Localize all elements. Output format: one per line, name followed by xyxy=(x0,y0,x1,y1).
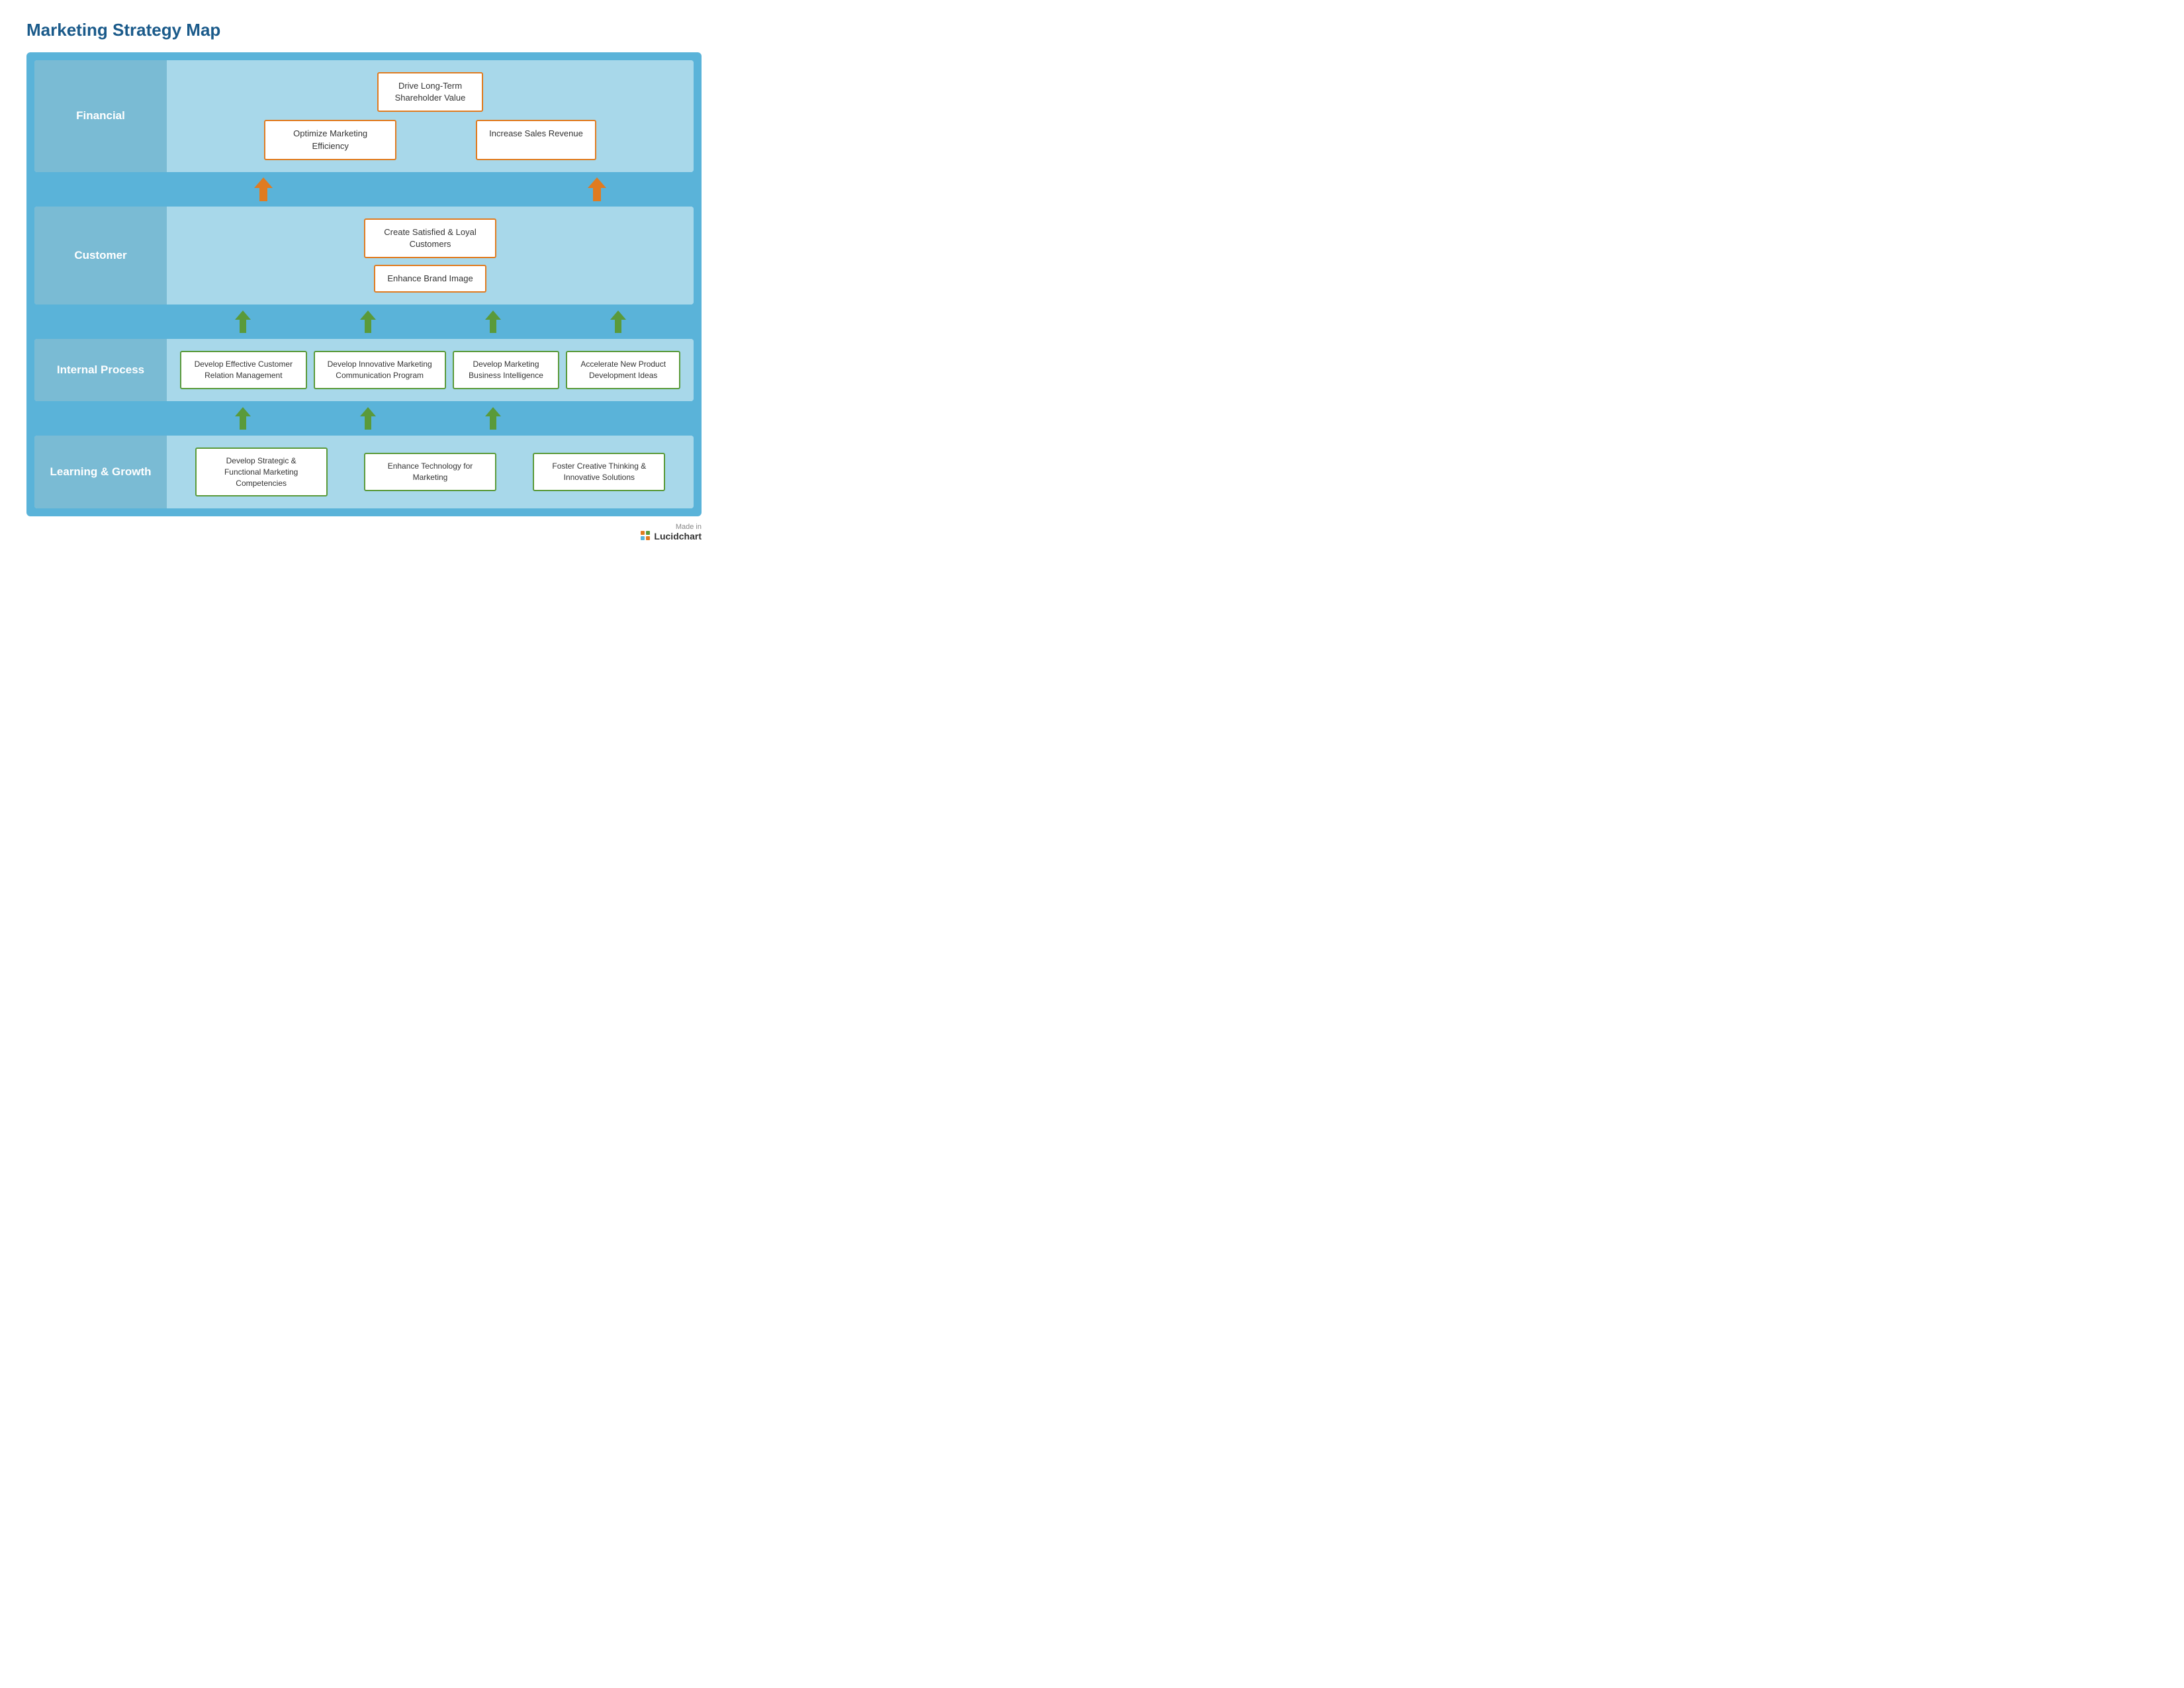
create-customers-box: Create Satisfied & Loyal Customers xyxy=(364,218,496,258)
optimize-marketing-box: Optimize Marketing Efficiency xyxy=(264,120,396,160)
financial-row: Financial Drive Long-TermShareholder Val… xyxy=(34,60,694,172)
green-arrows-inner-1 xyxy=(167,310,694,334)
foster-creative-box: Foster Creative Thinking & Innovative So… xyxy=(533,453,665,491)
develop-comm-box: Develop Innovative Marketing Communicati… xyxy=(314,351,446,389)
green-arrow-6 xyxy=(360,406,376,430)
green-arrow-4 xyxy=(610,310,626,334)
learning-label: Learning & Growth xyxy=(34,436,167,508)
develop-crm-box: Develop Effective Customer Relation Mana… xyxy=(180,351,307,389)
orange-arrow-1 xyxy=(180,177,347,201)
drive-shareholder-box: Drive Long-TermShareholder Value xyxy=(377,72,483,112)
made-in-label: Made in xyxy=(676,523,702,531)
financial-label: Financial xyxy=(34,60,167,172)
green-arrow-svg-7 xyxy=(485,407,501,430)
financial-top: Drive Long-TermShareholder Value xyxy=(377,72,483,112)
green-arrow-7 xyxy=(485,406,501,430)
green-arrow-3 xyxy=(485,310,501,334)
internal-content: Develop Effective Customer Relation Mana… xyxy=(167,339,694,401)
green-arrows-row-2 xyxy=(34,406,694,430)
green-arrow-svg-2 xyxy=(360,310,376,333)
green-arrow-svg-4 xyxy=(610,310,626,333)
internal-label: Internal Process xyxy=(34,339,167,401)
increase-sales-box: Increase Sales Revenue xyxy=(476,120,596,160)
accelerate-product-box: Accelerate New Product Development Ideas xyxy=(566,351,680,389)
customer-label: Customer xyxy=(34,207,167,305)
orange-up-arrow-svg-1 xyxy=(254,177,273,201)
financial-bottom: Optimize Marketing Efficiency Increase S… xyxy=(180,120,680,160)
green-arrow-svg-3 xyxy=(485,310,501,333)
financial-content: Drive Long-TermShareholder Value Optimiz… xyxy=(167,60,694,172)
strategy-map: Financial Drive Long-TermShareholder Val… xyxy=(26,52,702,516)
page-title: Marketing Strategy Map xyxy=(26,20,702,40)
enhance-tech-box: Enhance Technology for Marketing xyxy=(364,453,496,491)
lucid-icon-svg xyxy=(641,531,651,541)
green-arrow-2 xyxy=(360,310,376,334)
green-arrow-5 xyxy=(235,406,251,430)
green-arrow-svg-6 xyxy=(360,407,376,430)
green-arrow-svg-5 xyxy=(235,407,251,430)
green-arrow-svg-1 xyxy=(235,310,251,333)
orange-arrows-inner xyxy=(167,177,694,201)
develop-strategic-box: Develop Strategic & Functional Marketing… xyxy=(195,447,328,496)
orange-arrows-row xyxy=(34,177,694,201)
customer-row: Customer Create Satisfied & Loyal Custom… xyxy=(34,207,694,305)
green-arrows-inner-2 xyxy=(167,406,694,430)
internal-row: Internal Process Develop Effective Custo… xyxy=(34,339,694,401)
green-arrows-row-1 xyxy=(34,310,694,334)
learning-row: Learning & Growth Develop Strategic & Fu… xyxy=(34,436,694,508)
customer-content: Create Satisfied & Loyal Customers Enhan… xyxy=(167,207,694,305)
orange-arrow-2 xyxy=(514,177,680,201)
lucid-brand: Lucidchart xyxy=(641,531,702,541)
develop-bi-box: Develop Marketing Business Intelligence xyxy=(453,351,560,389)
green-arrow-1 xyxy=(235,310,251,334)
learning-content: Develop Strategic & Functional Marketing… xyxy=(167,436,694,508)
enhance-brand-box: Enhance Brand Image xyxy=(374,265,486,293)
footer: Made in Lucidchart xyxy=(26,523,702,541)
orange-up-arrow-svg-2 xyxy=(588,177,606,201)
lucidchart-logo: Made in Lucidchart xyxy=(641,523,702,541)
